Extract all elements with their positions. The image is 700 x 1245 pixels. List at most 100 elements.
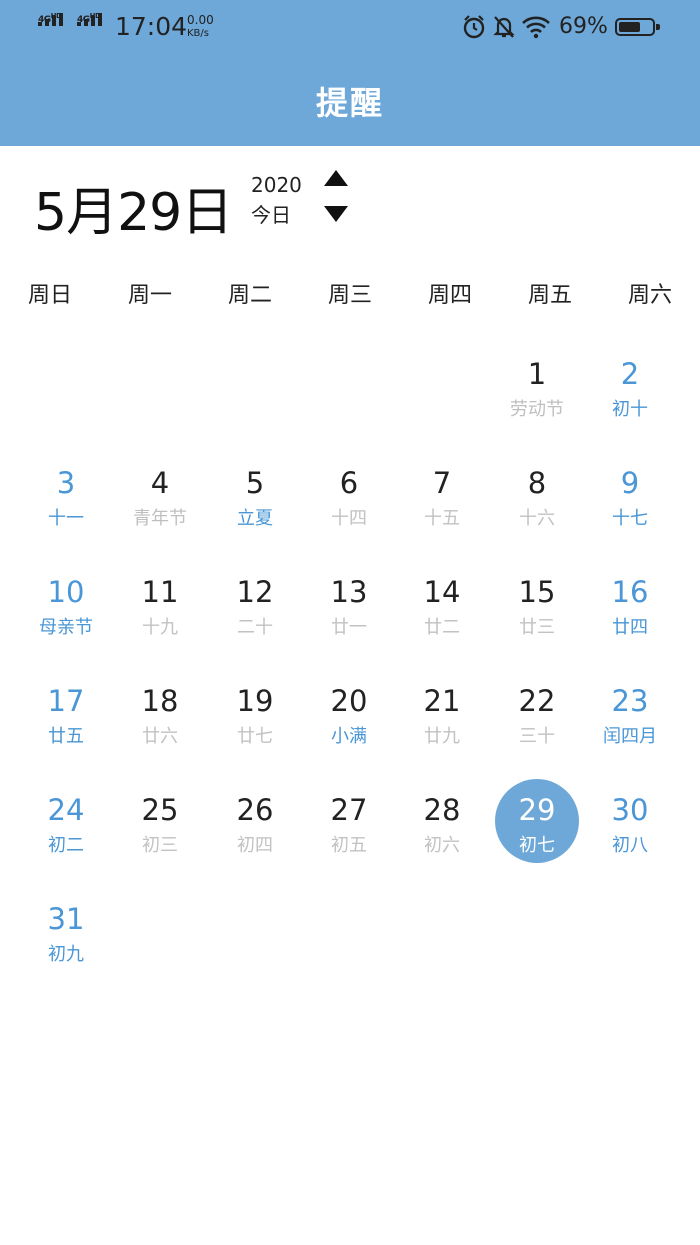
calendar-day[interactable]: 19 廿七	[208, 679, 302, 779]
calendar-day[interactable]: 5 立夏	[208, 461, 302, 561]
calendar-day[interactable]: 17 廿五	[19, 679, 113, 779]
lunar-date: 立夏	[237, 508, 273, 529]
day-number: 28	[423, 793, 461, 827]
lunar-date: 初五	[331, 835, 367, 856]
day-number: 17	[47, 684, 85, 718]
day-number: 26	[236, 793, 274, 827]
day-number: 10	[47, 575, 85, 609]
calendar-day[interactable]: 7 十五	[395, 461, 489, 561]
day-number: 30	[611, 793, 649, 827]
day-number: 5	[245, 466, 265, 500]
day-number: 31	[47, 902, 85, 936]
calendar-day[interactable]: 3 十一	[19, 461, 113, 561]
calendar-day[interactable]: 30 初八	[583, 788, 677, 888]
lunar-date: 母亲节	[39, 617, 93, 638]
lunar-date: 初十	[612, 399, 648, 420]
lunar-date: 十七	[612, 508, 648, 529]
page-title: 提醒	[315, 84, 384, 122]
day-number: 20	[330, 684, 368, 718]
lunar-date: 廿六	[142, 726, 178, 747]
lunar-date: 青年节	[133, 508, 187, 529]
calendar-day[interactable]: 11 十九	[113, 570, 207, 670]
day-number: 7	[432, 466, 452, 500]
day-number: 9	[620, 466, 640, 500]
weekday-label: 周三	[327, 283, 372, 308]
calendar-day[interactable]: 25 初三	[113, 788, 207, 888]
calendar-day[interactable]: 6 十四	[302, 461, 396, 561]
weekday-label: 周四	[427, 283, 472, 308]
weekday-label: 周日	[27, 283, 72, 308]
battery-percent: 69%	[559, 14, 608, 39]
network-speed: 0.00 KB/s	[187, 13, 214, 40]
calendar-day[interactable]: 16 廿四	[583, 570, 677, 670]
day-number: 18	[141, 684, 179, 718]
triangle-up-icon	[324, 170, 348, 186]
lunar-date: 二十	[237, 617, 273, 638]
calendar-day[interactable]: 8 十六	[490, 461, 584, 561]
calendar-day[interactable]: 10 母亲节	[19, 570, 113, 670]
calendar-day[interactable]: 13 廿一	[302, 570, 396, 670]
mute-icon	[493, 14, 515, 44]
lunar-date: 十六	[519, 508, 555, 529]
triangle-down-icon	[324, 206, 348, 222]
lunar-date: 廿二	[424, 617, 460, 638]
day-number: 6	[339, 466, 359, 500]
calendar-day[interactable]: 2 初十	[583, 352, 677, 452]
lunar-date: 初四	[237, 835, 273, 856]
day-number: 12	[236, 575, 274, 609]
weekday-label: 周五	[527, 283, 572, 308]
calendar-day[interactable]: 29 初七	[490, 779, 584, 888]
calendar-day[interactable]: 24 初二	[19, 788, 113, 888]
lunar-date: 闰四月	[603, 726, 657, 747]
day-number: 24	[47, 793, 85, 827]
calendar-day[interactable]: 27 初五	[302, 788, 396, 888]
lunar-date: 十四	[331, 508, 367, 529]
weekday-label: 周一	[127, 283, 172, 308]
calendar-day[interactable]: 22 三十	[490, 679, 584, 779]
next-month-button[interactable]	[322, 204, 350, 224]
wifi-icon	[521, 14, 551, 44]
selected-date: 5月29日	[34, 183, 233, 243]
calendar-day[interactable]: 1 劳动节	[490, 352, 584, 452]
calendar-day[interactable]: 20 小满	[302, 679, 396, 779]
lunar-date: 初七	[519, 835, 555, 856]
calendar-day[interactable]: 18 廿六	[113, 679, 207, 779]
day-number: 16	[611, 575, 649, 609]
lunar-date: 劳动节	[510, 399, 564, 420]
calendar-day[interactable]: 14 廿二	[395, 570, 489, 670]
day-number: 27	[330, 793, 368, 827]
lunar-date: 初二	[48, 835, 84, 856]
calendar-day[interactable]: 15 廿三	[490, 570, 584, 670]
day-number: 14	[423, 575, 461, 609]
lunar-date: 小满	[331, 726, 367, 747]
previous-month-button[interactable]	[322, 168, 350, 188]
day-number: 3	[56, 466, 76, 500]
lunar-date: 初六	[424, 835, 460, 856]
lunar-date: 廿一	[331, 617, 367, 638]
weekday-label: 周二	[227, 283, 272, 308]
calendar-day[interactable]: 31 初九	[19, 897, 113, 997]
day-number: 15	[518, 575, 556, 609]
lunar-date: 廿九	[424, 726, 460, 747]
clock: 17:04	[115, 12, 188, 41]
lunar-date: 三十	[519, 726, 555, 747]
calendar-day[interactable]: 28 初六	[395, 788, 489, 888]
calendar-day[interactable]: 26 初四	[208, 788, 302, 888]
calendar-day[interactable]: 12 二十	[208, 570, 302, 670]
weekday-header: 周日 周一 周二 周三 周四 周五 周六	[0, 277, 700, 311]
lunar-date: 初九	[48, 944, 84, 965]
day-number: 21	[423, 684, 461, 718]
lunar-date: 廿四	[612, 617, 648, 638]
weekday-label: 周六	[627, 283, 672, 308]
year-label: 2020	[251, 173, 302, 197]
calendar-day[interactable]: 4 青年节	[113, 461, 207, 561]
calendar-day[interactable]: 21 廿九	[395, 679, 489, 779]
status-bar: 4GHD 4GHD 17:04 0.00 KB/s	[0, 0, 700, 56]
lunar-date: 十一	[48, 508, 84, 529]
battery-icon	[615, 18, 660, 36]
day-number: 4	[150, 466, 170, 500]
alarm-icon	[462, 14, 486, 44]
day-number: 13	[330, 575, 368, 609]
calendar-day[interactable]: 23 闰四月	[583, 679, 677, 779]
calendar-day[interactable]: 9 十七	[583, 461, 677, 561]
